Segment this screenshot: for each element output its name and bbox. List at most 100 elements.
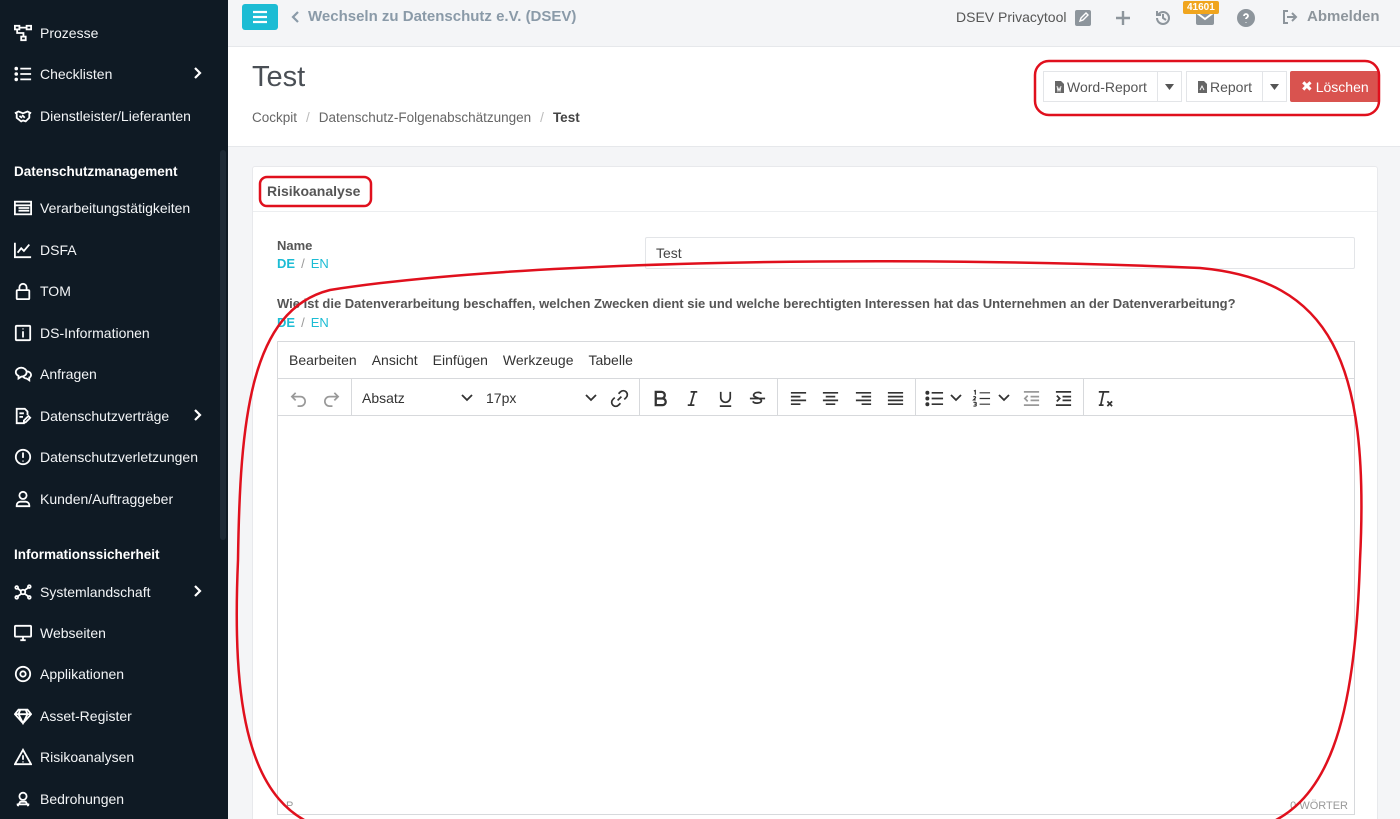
link-button[interactable] bbox=[607, 385, 631, 411]
element-path[interactable]: P bbox=[286, 800, 293, 812]
sidebar-item-bedrohungen[interactable]: Bedrohungen bbox=[0, 779, 228, 819]
word-report-dropdown-button[interactable] bbox=[1157, 71, 1182, 102]
contract-icon bbox=[13, 406, 33, 426]
name-input[interactable] bbox=[645, 237, 1355, 269]
history-icon[interactable] bbox=[1154, 9, 1172, 27]
list-icon bbox=[13, 64, 33, 84]
sidebar-item-label: Kunden/Auftraggeber bbox=[40, 491, 174, 507]
sidebar-item-webseiten[interactable]: Webseiten bbox=[0, 613, 228, 653]
toolbar-divider bbox=[639, 379, 640, 416]
sidebar-scrollbar[interactable] bbox=[220, 150, 226, 540]
numbered-list-icon bbox=[971, 389, 990, 407]
sidebar-item-tom[interactable]: TOM bbox=[0, 271, 228, 311]
breadcrumb-current: Test bbox=[552, 110, 580, 125]
redo-button[interactable] bbox=[319, 385, 343, 411]
sidebar-item-checklisten[interactable]: Checklisten bbox=[0, 54, 228, 94]
outdent-button[interactable] bbox=[1019, 385, 1043, 411]
numbered-list-dropdown[interactable] bbox=[996, 385, 1012, 411]
indent-button[interactable] bbox=[1051, 385, 1075, 411]
sidebar-item-dienstleister[interactable]: Dienstleister/Lieferanten bbox=[0, 96, 228, 136]
bold-button[interactable] bbox=[648, 385, 672, 411]
strikethrough-button[interactable] bbox=[745, 385, 769, 411]
clear-format-button[interactable] bbox=[1092, 385, 1116, 411]
lang-de-link[interactable]: DE bbox=[277, 256, 295, 271]
card-title: Risikoanalyse bbox=[267, 183, 361, 199]
underline-button[interactable] bbox=[713, 385, 737, 411]
card-header: Risikoanalyse bbox=[253, 167, 1377, 212]
sidebar-item-ds-informationen[interactable]: DS-Informationen bbox=[0, 313, 228, 353]
numbered-list-button[interactable] bbox=[969, 385, 993, 411]
undo-icon bbox=[290, 391, 306, 407]
breadcrumb-separator: / bbox=[540, 110, 544, 125]
table-list-icon bbox=[13, 198, 33, 218]
sidebar-item-verarbeitungstaetigkeiten[interactable]: Verarbeitungstätigkeiten bbox=[0, 188, 228, 228]
sidebar-item-label: Dienstleister/Lieferanten bbox=[40, 108, 191, 124]
chevron-right-icon bbox=[190, 584, 206, 600]
menu-toggle-button[interactable] bbox=[242, 4, 278, 30]
sidebar-item-datenschutzverletzungen[interactable]: Datenschutzverletzungen bbox=[0, 437, 228, 477]
report-button[interactable]: Report bbox=[1186, 71, 1264, 102]
help-icon[interactable] bbox=[1237, 9, 1255, 27]
notification-badge: 41601 bbox=[1183, 1, 1219, 14]
bullet-list-button[interactable] bbox=[922, 385, 946, 411]
caret-down-icon bbox=[1270, 83, 1280, 90]
plus-icon[interactable] bbox=[1114, 9, 1132, 27]
align-center-icon bbox=[822, 391, 838, 405]
chart-line-icon bbox=[13, 240, 33, 260]
block-format-value: Absatz bbox=[362, 390, 405, 406]
sidebar-item-label: Webseiten bbox=[40, 625, 106, 641]
logout-button[interactable]: Abmelden bbox=[1282, 8, 1380, 25]
close-icon: ✖ bbox=[1301, 78, 1313, 94]
network-icon bbox=[13, 582, 33, 602]
menu-bearbeiten[interactable]: Bearbeiten bbox=[289, 352, 357, 368]
chevron-right-icon bbox=[190, 66, 206, 82]
word-report-group: Word-Report bbox=[1043, 71, 1182, 103]
align-justify-button[interactable] bbox=[883, 385, 907, 411]
sidebar-item-asset-register[interactable]: Asset-Register bbox=[0, 696, 228, 736]
breadcrumb-dsfa[interactable]: Datenschutz-Folgenabschätzungen bbox=[319, 110, 531, 125]
menu-ansicht[interactable]: Ansicht bbox=[372, 352, 418, 368]
switch-organization-link[interactable]: Wechseln zu Datenschutz e.V. (DSEV) bbox=[290, 8, 576, 25]
align-left-button[interactable] bbox=[786, 385, 810, 411]
sidebar-item-applikationen[interactable]: Applikationen bbox=[0, 654, 228, 694]
lang-de-link[interactable]: DE bbox=[277, 315, 295, 330]
align-center-button[interactable] bbox=[818, 385, 842, 411]
block-format-select[interactable]: Absatz bbox=[362, 385, 474, 411]
sidebar-item-kunden[interactable]: Kunden/Auftraggeber bbox=[0, 479, 228, 519]
word-report-button[interactable]: Word-Report bbox=[1043, 71, 1158, 102]
align-left-icon bbox=[790, 391, 806, 405]
sidebar-item-risikoanalysen[interactable]: Risikoanalysen bbox=[0, 737, 228, 777]
topbar: Wechseln zu Datenschutz e.V. (DSEV) DSEV… bbox=[228, 0, 1400, 47]
sidebar-item-datenschutzvertraege[interactable]: Datenschutzverträge bbox=[0, 396, 228, 436]
lang-en-link[interactable]: EN bbox=[311, 256, 329, 271]
edit-icon[interactable] bbox=[1074, 9, 1092, 27]
sidebar-item-systemlandschaft[interactable]: Systemlandschaft bbox=[0, 572, 228, 612]
toolbar-divider bbox=[915, 379, 916, 416]
bullet-list-dropdown[interactable] bbox=[948, 385, 964, 411]
lang-en-link[interactable]: EN bbox=[311, 315, 329, 330]
word-count[interactable]: 0 WÖRTER bbox=[1290, 800, 1348, 812]
rich-text-editor: Bearbeiten Ansicht Einfügen Werkzeuge Ta… bbox=[277, 341, 1355, 815]
word-file-icon bbox=[1055, 80, 1064, 93]
sidebar-item-label: Verarbeitungstätigkeiten bbox=[40, 200, 191, 216]
menu-tabelle[interactable]: Tabelle bbox=[588, 352, 632, 368]
sidebar-item-anfragen[interactable]: Anfragen bbox=[0, 354, 228, 394]
sidebar-item-label: Anfragen bbox=[40, 366, 97, 382]
breadcrumb-cockpit[interactable]: Cockpit bbox=[252, 110, 297, 125]
font-size-select[interactable]: 17px bbox=[486, 385, 598, 411]
sidebar-item-prozesse[interactable]: Prozesse bbox=[0, 13, 228, 53]
chevron-left-icon bbox=[291, 10, 299, 23]
sidebar-item-label: Checklisten bbox=[40, 66, 113, 82]
delete-button[interactable]: ✖ Löschen bbox=[1290, 71, 1380, 102]
report-dropdown-button[interactable] bbox=[1263, 71, 1288, 102]
menu-einfuegen[interactable]: Einfügen bbox=[433, 352, 488, 368]
italic-button[interactable] bbox=[680, 385, 704, 411]
sidebar-item-dsfa[interactable]: DSFA bbox=[0, 230, 228, 270]
align-right-button[interactable] bbox=[851, 385, 875, 411]
undo-button[interactable] bbox=[286, 385, 310, 411]
editor-content-area[interactable] bbox=[278, 416, 1354, 802]
threat-icon bbox=[13, 789, 33, 809]
indent-icon bbox=[1055, 390, 1071, 406]
menu-werkzeuge[interactable]: Werkzeuge bbox=[503, 352, 574, 368]
logout-icon bbox=[1283, 9, 1298, 24]
